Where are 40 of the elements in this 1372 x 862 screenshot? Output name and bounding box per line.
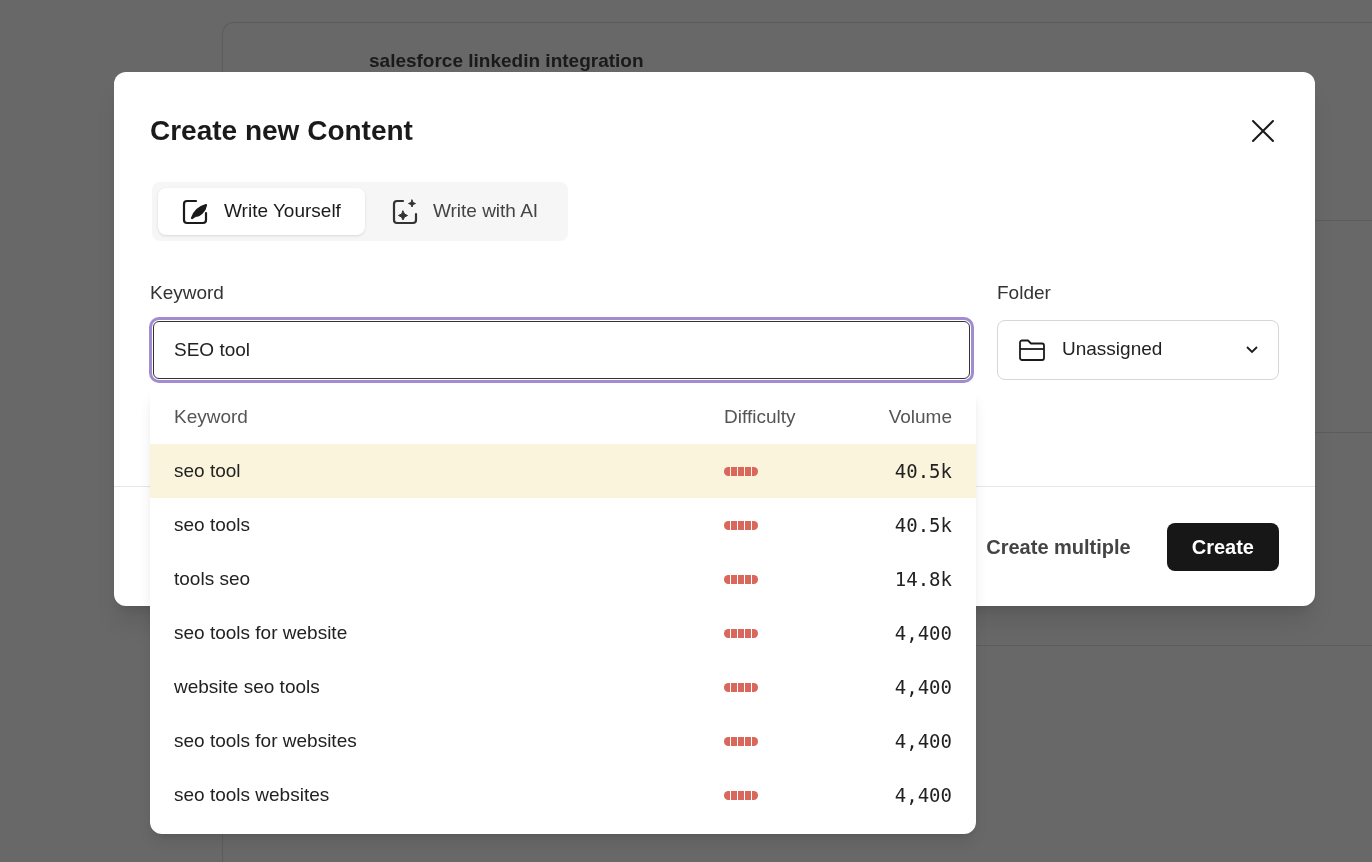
keyword-text: tools seo bbox=[174, 566, 252, 591]
create-multiple-button[interactable]: Create multiple bbox=[986, 523, 1131, 571]
keyword-text: seo tools for websites bbox=[174, 728, 358, 753]
suggestion-row[interactable]: seo tools for websites 4,400 bbox=[150, 714, 976, 768]
folder-value: Unassigned bbox=[1062, 337, 1164, 362]
suggestion-row[interactable]: seo tools websites 4,400 bbox=[150, 768, 976, 822]
field-label: Keyword bbox=[150, 281, 225, 305]
volume-text: 4,400 bbox=[893, 674, 952, 700]
column-header: Keyword bbox=[174, 404, 249, 429]
column-header: Difficulty bbox=[724, 404, 797, 429]
suggestion-row[interactable]: seo tools for website 4,400 bbox=[150, 606, 976, 660]
keyword-text: seo tools websites bbox=[174, 782, 331, 807]
sparkle-icon bbox=[390, 197, 419, 226]
volume-text: 4,400 bbox=[893, 620, 952, 646]
keyword-text: website seo tools bbox=[174, 674, 321, 699]
pen-icon bbox=[182, 198, 210, 225]
volume-text: 4,400 bbox=[893, 728, 952, 754]
chevron-down-icon bbox=[1246, 345, 1258, 354]
folder-select[interactable]: Unassigned bbox=[997, 319, 1279, 380]
suggestion-row[interactable]: tools seo 14.8k bbox=[150, 552, 976, 606]
create-button[interactable]: Create bbox=[1166, 523, 1279, 571]
volume-text: 4,400 bbox=[893, 782, 952, 808]
volume-text: 14.8k bbox=[893, 566, 952, 592]
suggestion-row[interactable]: seo tools 40.5k bbox=[150, 498, 976, 552]
dialog-title: Create new Content bbox=[150, 114, 413, 148]
field-label: Folder bbox=[997, 281, 1052, 305]
volume-text: 40.5k bbox=[893, 458, 952, 484]
keyword-text: seo tools bbox=[174, 512, 252, 537]
column-header: Volume bbox=[887, 404, 952, 429]
tab[interactable]: Write Yourself bbox=[158, 188, 365, 235]
volume-text: 40.5k bbox=[893, 512, 952, 538]
close-icon[interactable] bbox=[1251, 119, 1275, 143]
keyword-field[interactable]: SEO tool bbox=[153, 320, 970, 379]
tab[interactable]: Write with AI bbox=[366, 188, 563, 235]
folder-icon bbox=[1018, 337, 1046, 362]
keyword-text: seo tool bbox=[174, 458, 242, 483]
suggestion-row[interactable]: seo tool 40.5k bbox=[150, 444, 976, 498]
card-title: salesforce linkedin integration bbox=[369, 50, 644, 71]
keyword-text: seo tools for website bbox=[174, 620, 349, 645]
suggestion-row[interactable]: website seo tools 4,400 bbox=[150, 660, 976, 714]
